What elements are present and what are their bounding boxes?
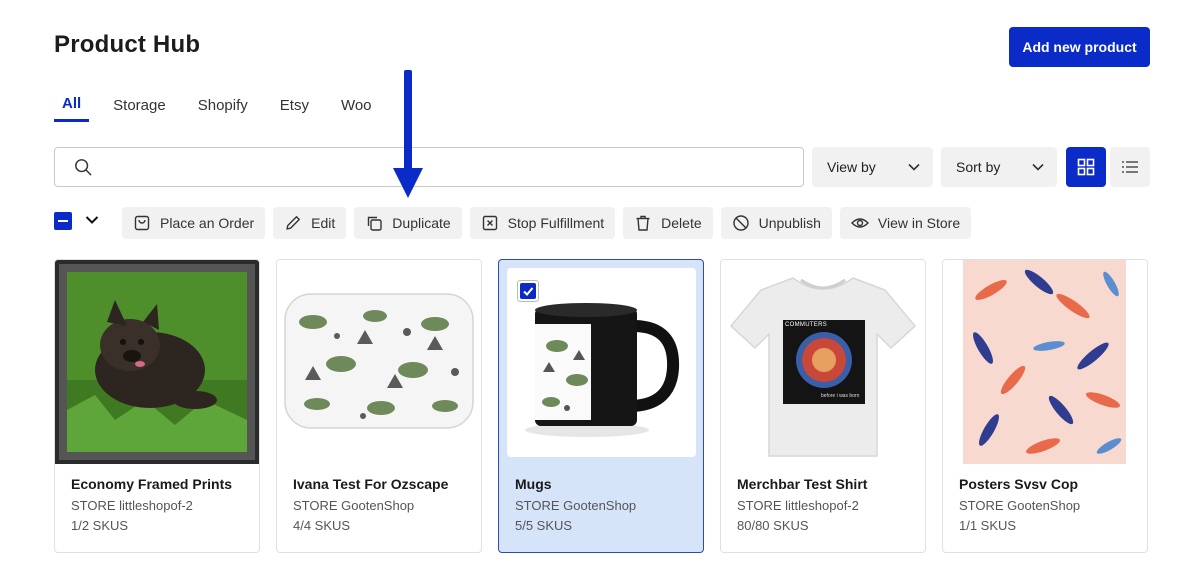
trash-icon bbox=[636, 215, 650, 231]
x-square-icon bbox=[482, 215, 497, 231]
product-store: STORE littleshopof-2 bbox=[71, 498, 193, 513]
edit-label: Edit bbox=[311, 215, 336, 231]
edit-button[interactable]: Edit bbox=[273, 207, 347, 239]
checkmark-icon bbox=[520, 283, 536, 299]
page-title: Product Hub bbox=[54, 31, 201, 58]
tab-storage[interactable]: Storage bbox=[105, 88, 174, 122]
search-input[interactable] bbox=[102, 149, 803, 185]
stop-fulfillment-label: Stop Fulfillment bbox=[507, 215, 605, 231]
ban-icon bbox=[732, 215, 749, 231]
product-store: STORE GootenShop bbox=[293, 498, 415, 513]
tab-all[interactable]: All bbox=[54, 88, 90, 122]
product-store: STORE GootenShop bbox=[959, 498, 1081, 513]
shopping-bag-icon bbox=[134, 215, 150, 231]
product-store: STORE GootenShop bbox=[515, 498, 637, 513]
pencil-icon bbox=[286, 216, 301, 230]
annotation-arrow-icon bbox=[393, 70, 423, 198]
eye-icon bbox=[850, 218, 869, 228]
tab-bar: All Storage Shopify Etsy Woo bbox=[54, 88, 396, 124]
grid-view-button[interactable] bbox=[1066, 147, 1106, 187]
product-thumbnail bbox=[721, 260, 925, 464]
product-name: Economy Framed Prints bbox=[71, 476, 233, 492]
product-card[interactable]: Posters Svsv Cop STORE GootenShop 1/1 SK… bbox=[942, 259, 1148, 553]
framed-print-image bbox=[55, 260, 259, 464]
product-skus: 80/80 SKUS bbox=[737, 518, 809, 533]
unpublish-button[interactable]: Unpublish bbox=[720, 207, 832, 239]
product-skus: 4/4 SKUS bbox=[293, 518, 351, 533]
unpublish-label: Unpublish bbox=[758, 215, 821, 231]
delete-label: Delete bbox=[661, 215, 702, 231]
sort-by-label: Sort by bbox=[956, 159, 1001, 175]
product-skus: 5/5 SKUS bbox=[515, 518, 573, 533]
t-shirt-image bbox=[721, 260, 925, 464]
product-name: Merchbar Test Shirt bbox=[737, 476, 868, 492]
product-thumbnail bbox=[55, 260, 259, 464]
shirt-print-band: COMMUTERS bbox=[785, 322, 828, 328]
place-an-order-label: Place an Order bbox=[160, 215, 255, 231]
tab-woo[interactable]: Woo bbox=[333, 88, 380, 122]
product-name: Ivana Test For Ozscape bbox=[293, 476, 449, 492]
product-store: STORE littleshopof-2 bbox=[737, 498, 859, 513]
view-in-store-label: View in Store bbox=[877, 215, 961, 231]
bath-mat-image bbox=[277, 260, 481, 464]
view-by-dropdown[interactable]: View by bbox=[812, 147, 933, 187]
select-all-checkbox[interactable] bbox=[54, 212, 72, 230]
bulk-actions-bar: Place an Order Edit Duplicate Stop Fulfi… bbox=[122, 207, 979, 239]
product-skus: 1/1 SKUS bbox=[959, 518, 1017, 533]
search-box bbox=[54, 147, 804, 187]
sort-by-dropdown[interactable]: Sort by bbox=[941, 147, 1057, 187]
duplicate-label: Duplicate bbox=[392, 215, 451, 231]
product-skus: 1/2 SKUS bbox=[71, 518, 129, 533]
duplicate-button[interactable]: Duplicate bbox=[354, 207, 462, 239]
product-card[interactable]: Mugs STORE GootenShop 5/5 SKUS bbox=[498, 259, 704, 553]
product-name: Posters Svsv Cop bbox=[959, 476, 1079, 492]
product-name: Mugs bbox=[515, 476, 552, 492]
list-icon bbox=[1122, 161, 1138, 173]
product-checkbox[interactable] bbox=[517, 280, 539, 302]
product-thumbnail bbox=[277, 260, 481, 464]
view-by-label: View by bbox=[827, 159, 876, 175]
product-thumbnail bbox=[943, 260, 1147, 464]
chevron-down-icon[interactable] bbox=[84, 212, 100, 228]
shirt-print-caption: before i was born bbox=[821, 393, 860, 399]
tab-shopify[interactable]: Shopify bbox=[190, 88, 256, 122]
list-view-button[interactable] bbox=[1110, 147, 1150, 187]
search-icon bbox=[75, 159, 92, 176]
product-card[interactable]: Ivana Test For Ozscape STORE GootenShop … bbox=[276, 259, 482, 553]
tab-etsy[interactable]: Etsy bbox=[272, 88, 317, 122]
delete-button[interactable]: Delete bbox=[623, 207, 713, 239]
minus-icon bbox=[58, 220, 68, 222]
chevron-down-icon bbox=[1032, 163, 1044, 171]
grid-icon bbox=[1077, 158, 1095, 176]
view-in-store-button[interactable]: View in Store bbox=[839, 207, 972, 239]
poster-image bbox=[943, 260, 1147, 464]
product-card[interactable]: COMMUTERS before i was born Merchbar Tes… bbox=[720, 259, 926, 553]
product-grid: Economy Framed Prints STORE littleshopof… bbox=[54, 259, 1164, 553]
add-new-product-button[interactable]: Add new product bbox=[1009, 27, 1150, 67]
stop-fulfillment-button[interactable]: Stop Fulfillment bbox=[469, 207, 616, 239]
chevron-down-icon bbox=[908, 163, 920, 171]
place-an-order-button[interactable]: Place an Order bbox=[122, 207, 266, 239]
copy-icon bbox=[368, 216, 382, 231]
product-card[interactable]: Economy Framed Prints STORE littleshopof… bbox=[54, 259, 260, 553]
